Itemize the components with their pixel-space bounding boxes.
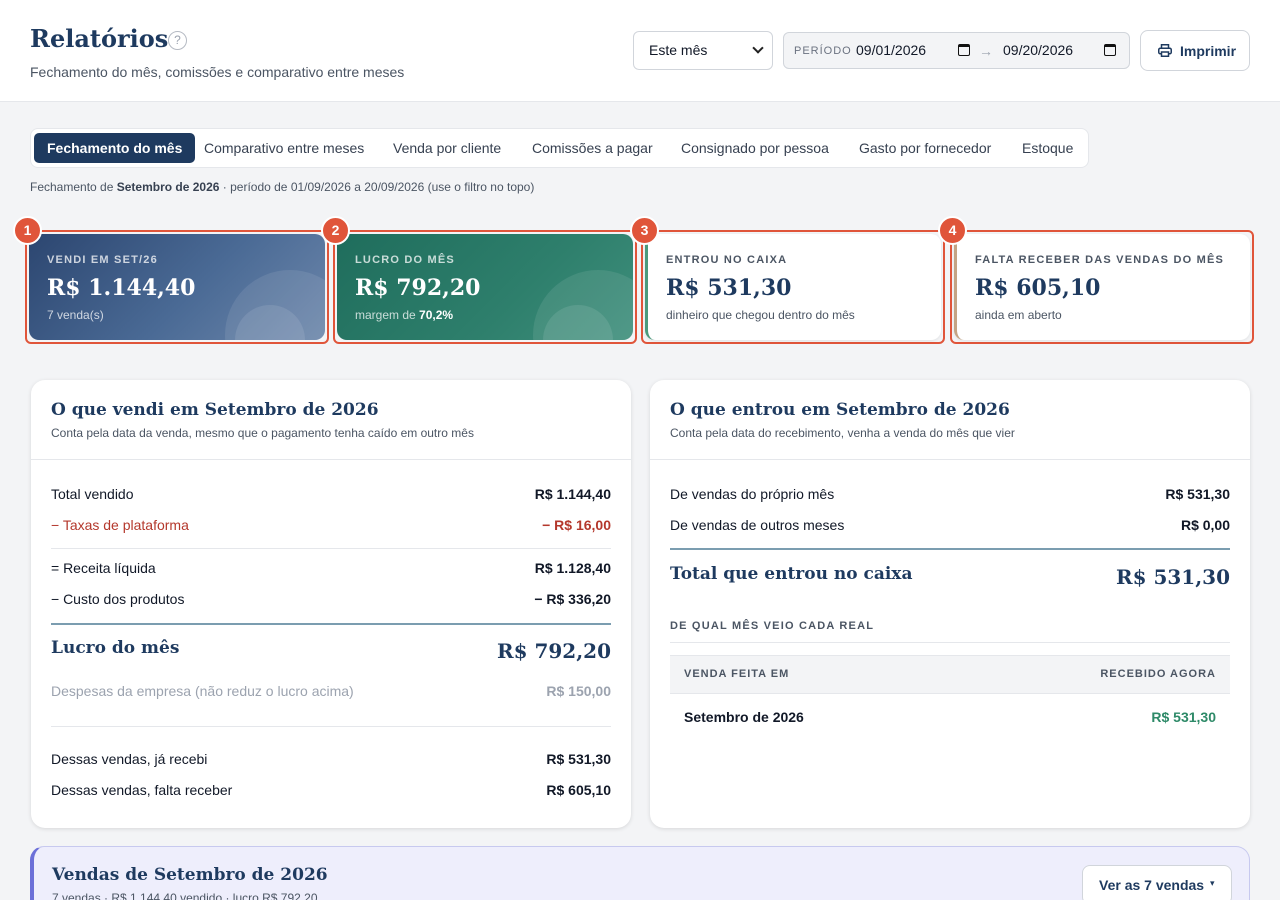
kpi-sub: dinheiro que chegou dentro do mês — [666, 308, 855, 322]
panel-title: O que vendi em Setembro de 2026 — [51, 400, 379, 420]
kpi-label: ENTROU NO CAIXA — [666, 254, 788, 266]
divider — [670, 642, 1230, 643]
panel-subtitle: 7 vendas · R$ 1.144,40 vendido · lucro R… — [52, 891, 318, 900]
table-row: Setembro de 2026 R$ 531,30 — [670, 693, 1230, 739]
report-tabs: Fechamento do mês Comparativo entre mese… — [30, 128, 1089, 168]
panel-vendas-do-mes: Vendas de Setembro de 2026 7 vendas · R$… — [30, 846, 1250, 900]
panel-o-que-entrou: O que entrou em Setembro de 2026 Conta p… — [650, 380, 1250, 828]
printer-icon — [1158, 44, 1172, 57]
date-to-input[interactable]: 09/20/2026 — [1003, 42, 1073, 58]
summary-row: − Taxas de plataforma − R$ 16,00 — [51, 517, 611, 533]
kpi-label: FALTA RECEBER DAS VENDAS DO MÊS — [975, 254, 1225, 266]
caret-down-icon: ▾ — [1210, 878, 1215, 888]
summary-row: Dessas vendas, falta receber R$ 605,10 — [51, 782, 611, 798]
panel-o-que-vendi: O que vendi em Setembro de 2026 Conta pe… — [31, 380, 631, 828]
summary-row: = Receita líquida R$ 1.128,40 — [51, 560, 611, 576]
summary-row: De vendas de outros meses R$ 0,00 — [670, 517, 1230, 533]
print-button-label: Imprimir — [1180, 43, 1237, 59]
tab-estoque[interactable]: Estoque — [1009, 133, 1086, 163]
kpi-card-entrou: ENTROU NO CAIXA R$ 531,30 dinheiro que c… — [641, 230, 945, 344]
lucro-label: Lucro do mês — [51, 638, 180, 658]
step-badge: 3 — [630, 216, 659, 245]
lucro-value: R$ 792,20 — [496, 639, 611, 663]
kpi-label: VENDI EM SET/26 — [47, 254, 158, 266]
tab-gasto-por-fornecedor[interactable]: Gasto por fornecedor — [846, 133, 1004, 163]
kpi-sub: margem de 70,2% — [355, 308, 454, 322]
chevron-down-icon — [752, 42, 764, 54]
period-filter: PERÍODO 09/01/2026 → 09/20/2026 — [783, 32, 1130, 69]
step-badge: 2 — [321, 216, 350, 245]
date-from-input[interactable]: 09/01/2026 — [856, 42, 926, 58]
calendar-icon[interactable] — [1104, 44, 1116, 56]
kpi-sub: 7 venda(s) — [47, 308, 104, 322]
kpi-label: LUCRO DO MÊS — [355, 254, 455, 266]
calendar-icon[interactable] — [958, 44, 970, 56]
summary-row: − Custo dos produtos − R$ 336,20 — [51, 591, 611, 607]
tab-comparativo-entre-meses[interactable]: Comparativo entre meses — [191, 133, 377, 163]
despesas-row: Despesas da empresa (não reduz o lucro a… — [51, 683, 611, 699]
summary-row: Total vendido R$ 1.144,40 — [51, 486, 611, 502]
divider — [670, 548, 1230, 550]
tab-venda-por-cliente[interactable]: Venda por cliente — [380, 133, 514, 163]
print-button[interactable]: Imprimir — [1140, 30, 1250, 71]
page-title: Relatórios — [30, 24, 169, 53]
tab-fechamento-do-mes[interactable]: Fechamento do mês — [34, 133, 196, 163]
panel-subtitle: Conta pela data da venda, mesmo que o pa… — [51, 426, 474, 440]
step-badge: 1 — [13, 216, 42, 245]
page-header: Relatórios ? Fechamento do mês, comissõe… — [0, 0, 1280, 102]
divider — [51, 548, 611, 549]
kpi-value: R$ 605,10 — [975, 275, 1101, 301]
kpi-value: R$ 531,30 — [666, 275, 792, 301]
summary-row: Dessas vendas, já recebi R$ 531,30 — [51, 751, 611, 767]
help-icon[interactable]: ? — [168, 31, 187, 50]
kpi-value: R$ 1.144,40 — [47, 275, 196, 301]
total-label: Total que entrou no caixa — [670, 564, 913, 584]
panel-subtitle: Conta pela data do recebimento, venha a … — [670, 426, 1015, 440]
page-subtitle: Fechamento do mês, comissões e comparati… — [30, 64, 405, 80]
step-badge: 4 — [938, 216, 967, 245]
panel-title: Vendas de Setembro de 2026 — [52, 865, 328, 885]
kpi-sub: ainda em aberto — [975, 308, 1062, 322]
ver-vendas-button[interactable]: Ver as 7 vendas ▾ — [1082, 865, 1232, 900]
kpi-card-falta-receber: FALTA RECEBER DAS VENDAS DO MÊS R$ 605,1… — [950, 230, 1254, 344]
divider — [51, 726, 611, 727]
column-header: RECEBIDO AGORA — [1100, 668, 1216, 680]
panel-title: O que entrou em Setembro de 2026 — [670, 400, 1010, 420]
total-value: R$ 531,30 — [1115, 565, 1230, 589]
period-note: Fechamento de Setembro de 2026 · período… — [30, 180, 535, 194]
kpi-value: R$ 792,20 — [355, 275, 481, 301]
kpi-card-vendi: VENDI EM SET/26 R$ 1.144,40 7 venda(s) — [25, 230, 329, 344]
table-header: VENDA FEITA EM RECEBIDO AGORA — [670, 655, 1230, 693]
column-header: VENDA FEITA EM — [684, 668, 790, 680]
tab-consignado-por-pessoa[interactable]: Consignado por pessoa — [668, 133, 842, 163]
arrow-right-icon: → — [979, 43, 993, 59]
divider — [51, 623, 611, 625]
period-label: PERÍODO — [794, 45, 852, 57]
summary-row: De vendas do próprio mês R$ 531,30 — [670, 486, 1230, 502]
period-note-month: Setembro de 2026 — [116, 180, 220, 194]
range-select[interactable]: Este mês — [633, 31, 773, 70]
range-select-value: Este mês — [649, 42, 708, 58]
section-label: DE QUAL MÊS VEIO CADA REAL — [670, 620, 875, 632]
tab-comissoes-a-pagar[interactable]: Comissões a pagar — [519, 133, 666, 163]
kpi-card-lucro: LUCRO DO MÊS R$ 792,20 margem de 70,2% — [333, 230, 637, 344]
